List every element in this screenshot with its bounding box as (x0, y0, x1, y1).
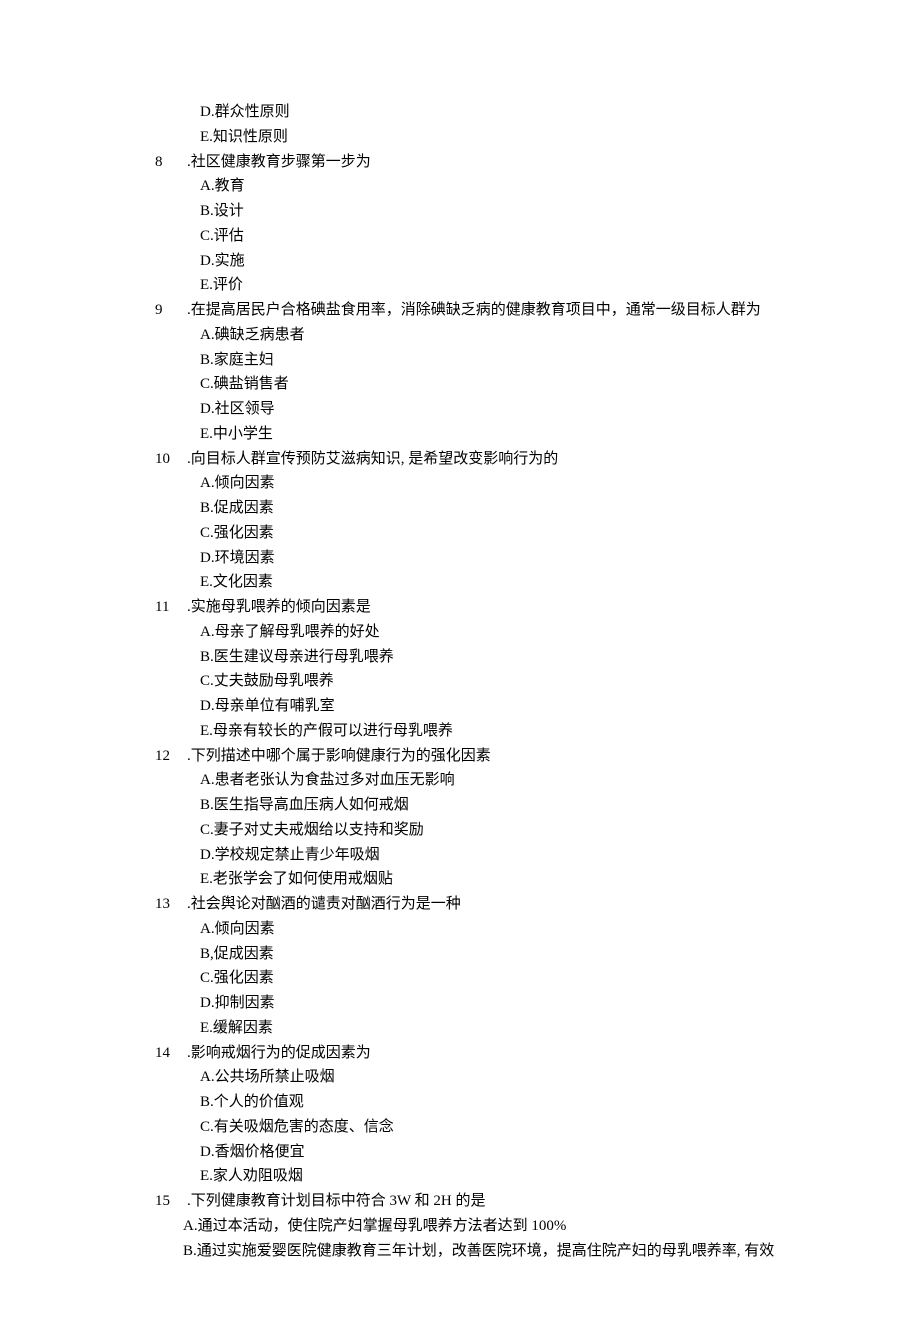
question-number: 13 (155, 892, 187, 917)
answer-option: E.文化因素 (155, 570, 800, 595)
answer-option: A.通过本活动，使住院产妇掌握母乳喂养方法者达到 100% (155, 1214, 800, 1239)
answer-option: E.母亲有较长的产假可以进行母乳喂养 (155, 719, 800, 744)
answer-option: E.中小学生 (155, 422, 800, 447)
answer-option: C.碘盐销售者 (155, 372, 800, 397)
question-text: .下列描述中哪个属于影响健康行为的强化因素 (187, 744, 800, 769)
answer-option: B.通过实施爱婴医院健康教育三年计划，改善医院环境，提高住院产妇的母乳喂养率, … (155, 1239, 800, 1264)
question-stem: 11.实施母乳喂养的倾向因素是 (155, 595, 800, 620)
answer-option: E.评价 (155, 273, 800, 298)
question-stem: 9.在提高居民户合格碘盐食用率，消除碘缺乏病的健康教育项目中，通常一级目标人群为 (155, 298, 800, 323)
answer-option: E.家人劝阻吸烟 (155, 1164, 800, 1189)
question-number: 15 (155, 1189, 187, 1214)
answer-option: B.医生建议母亲进行母乳喂养 (155, 645, 800, 670)
question-text: .向目标人群宣传预防艾滋病知识, 是希望改变影响行为的 (187, 447, 800, 472)
answer-option: A.碘缺乏病患者 (155, 323, 800, 348)
answer-option: B.设计 (155, 199, 800, 224)
question-number: 12 (155, 744, 187, 769)
question-stem: 14.影响戒烟行为的促成因素为 (155, 1041, 800, 1066)
answer-option: E.缓解因素 (155, 1016, 800, 1041)
answer-option: E.老张学会了如何使用戒烟贴 (155, 867, 800, 892)
answer-option: E.知识性原则 (155, 125, 800, 150)
answer-option: B.家庭主妇 (155, 348, 800, 373)
answer-option: D.香烟价格便宜 (155, 1140, 800, 1165)
question-stem: 15.下列健康教育计划目标中符合 3W 和 2H 的是 (155, 1189, 800, 1214)
answer-option: C.强化因素 (155, 521, 800, 546)
answer-option: D.实施 (155, 249, 800, 274)
answer-option: B,促成因素 (155, 942, 800, 967)
question-number: 10 (155, 447, 187, 472)
answer-option: C.强化因素 (155, 966, 800, 991)
question-stem: 8.社区健康教育步骤第一步为 (155, 150, 800, 175)
question-text: .下列健康教育计划目标中符合 3W 和 2H 的是 (187, 1189, 800, 1214)
document-page: D.群众性原则E.知识性原则8.社区健康教育步骤第一步为A.教育B.设计C.评估… (0, 0, 920, 1323)
answer-option: B.医生指导高血压病人如何戒烟 (155, 793, 800, 818)
answer-option: D.学校规定禁止青少年吸烟 (155, 843, 800, 868)
answer-option: B.个人的价值观 (155, 1090, 800, 1115)
question-text: .社会舆论对酗酒的谴责对酗酒行为是一种 (187, 892, 800, 917)
answer-option: A.倾向因素 (155, 471, 800, 496)
answer-option: D.母亲单位有哺乳室 (155, 694, 800, 719)
question-text: .影响戒烟行为的促成因素为 (187, 1041, 800, 1066)
answer-option: A.母亲了解母乳喂养的好处 (155, 620, 800, 645)
question-text: .社区健康教育步骤第一步为 (187, 150, 800, 175)
question-number: 9 (155, 298, 187, 323)
answer-option: D.群众性原则 (155, 100, 800, 125)
answer-option: D.环境因素 (155, 546, 800, 571)
answer-option: B.促成因素 (155, 496, 800, 521)
answer-option: A.患者老张认为食盐过多对血压无影响 (155, 768, 800, 793)
answer-option: C.丈夫鼓励母乳喂养 (155, 669, 800, 694)
question-stem: 10.向目标人群宣传预防艾滋病知识, 是希望改变影响行为的 (155, 447, 800, 472)
answer-option: A.倾向因素 (155, 917, 800, 942)
answer-option: C.有关吸烟危害的态度、信念 (155, 1115, 800, 1140)
question-number: 8 (155, 150, 187, 175)
question-text: .在提高居民户合格碘盐食用率，消除碘缺乏病的健康教育项目中，通常一级目标人群为 (187, 298, 800, 323)
answer-option: A.教育 (155, 174, 800, 199)
question-text: .实施母乳喂养的倾向因素是 (187, 595, 800, 620)
question-stem: 13.社会舆论对酗酒的谴责对酗酒行为是一种 (155, 892, 800, 917)
answer-option: C.妻子对丈夫戒烟给以支持和奖励 (155, 818, 800, 843)
answer-option: C.评估 (155, 224, 800, 249)
question-number: 11 (155, 595, 187, 620)
question-stem: 12.下列描述中哪个属于影响健康行为的强化因素 (155, 744, 800, 769)
question-number: 14 (155, 1041, 187, 1066)
answer-option: A.公共场所禁止吸烟 (155, 1065, 800, 1090)
answer-option: D.社区领导 (155, 397, 800, 422)
answer-option: D.抑制因素 (155, 991, 800, 1016)
